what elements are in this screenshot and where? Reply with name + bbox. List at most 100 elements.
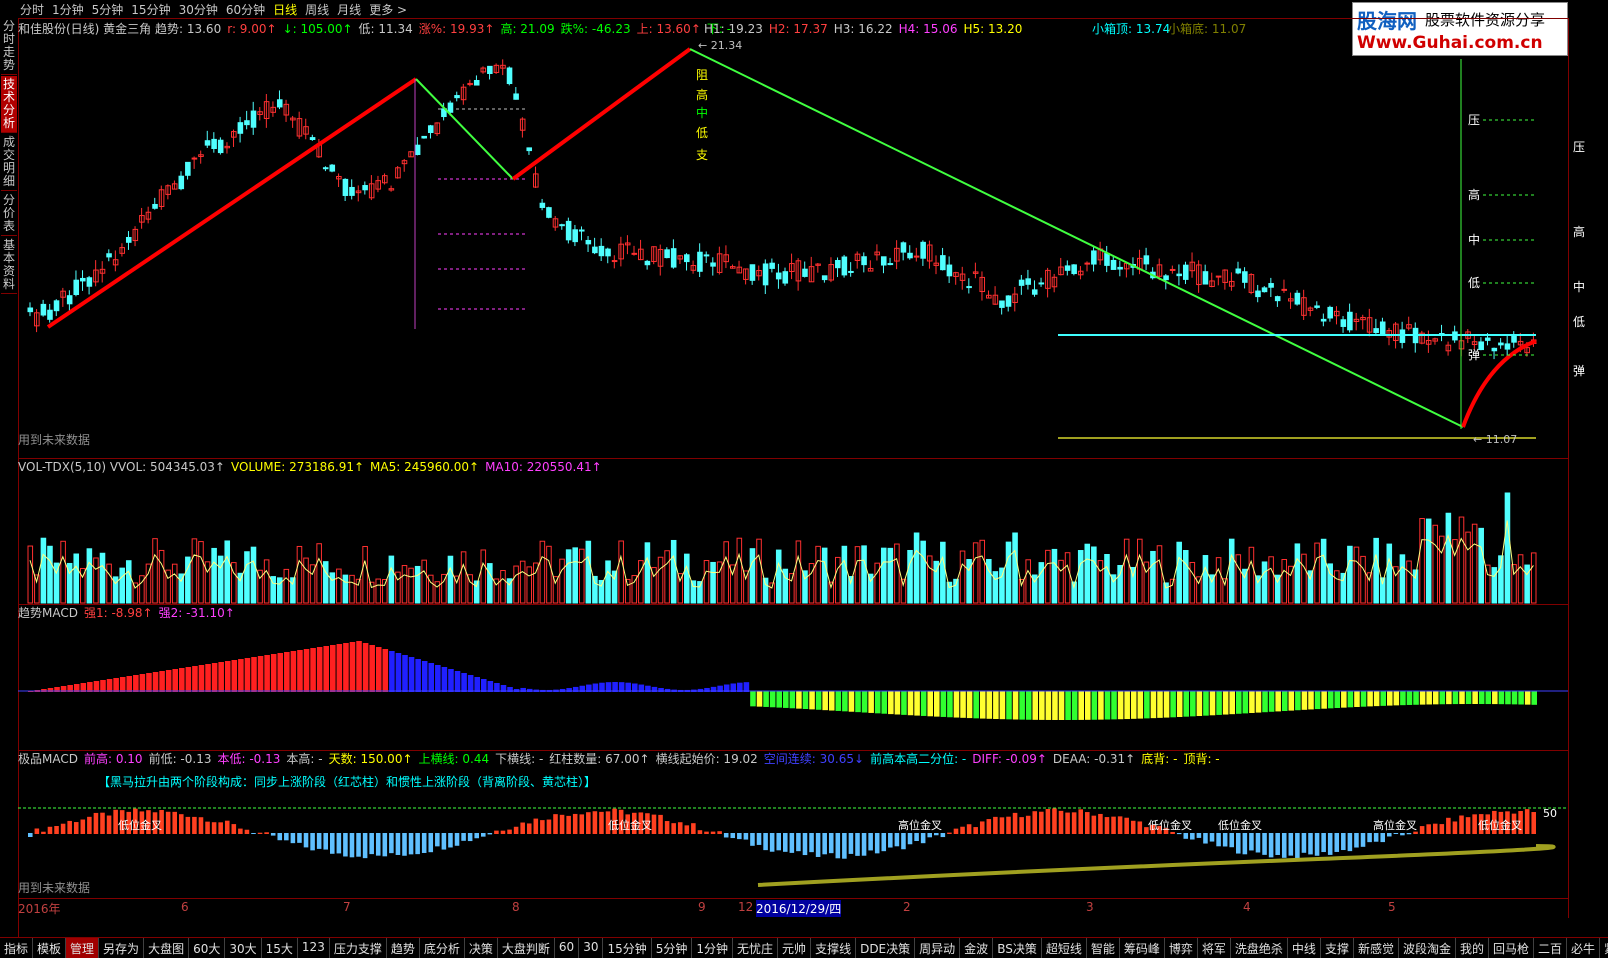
indicator-tab[interactable]: 新感觉 bbox=[1354, 938, 1399, 958]
trend-macd-panel[interactable]: 趋势MACD 强1: -8.98↑ 强2: -31.10↑ bbox=[18, 604, 1568, 750]
period-tab[interactable]: 15分钟 bbox=[131, 1, 170, 18]
period-tab[interactable]: 5分钟 bbox=[92, 1, 124, 18]
period-tab[interactable]: 60分钟 bbox=[226, 1, 265, 18]
indicator-tab[interactable]: BS决策 bbox=[993, 938, 1042, 958]
indicator-tab[interactable]: 管理 bbox=[66, 938, 100, 958]
macd2-bar bbox=[1472, 814, 1477, 834]
indicator-tab[interactable]: 趋势 bbox=[387, 938, 420, 958]
volume-bar bbox=[664, 550, 670, 604]
period-tab[interactable]: 30分钟 bbox=[179, 1, 218, 18]
macd-bar bbox=[382, 649, 389, 692]
period-tab[interactable]: 分时 bbox=[20, 1, 44, 18]
indicator-tab[interactable]: 30 bbox=[579, 938, 604, 958]
indicator-tab[interactable]: 金波 bbox=[960, 938, 994, 958]
macd-bar bbox=[389, 651, 395, 692]
indicator-tab[interactable]: 大盘判断 bbox=[498, 938, 555, 958]
indicator-tab[interactable]: 紧盯 bbox=[1600, 938, 1608, 958]
volume-bar bbox=[388, 555, 395, 604]
macd2-bar bbox=[1380, 833, 1385, 843]
volume-panel[interactable]: VOL-TDX(5,10) VVOL: 504345.03↑ VOLUME: 27… bbox=[18, 458, 1568, 604]
volume-bar bbox=[1077, 550, 1084, 604]
indicator-tab[interactable]: 1分钟 bbox=[692, 938, 734, 958]
indicator-tab[interactable]: 周异动 bbox=[915, 938, 961, 958]
indicator-tab[interactable]: 超短线 bbox=[1042, 938, 1087, 958]
indicator-tab[interactable]: 无忧庄 bbox=[733, 938, 779, 958]
left-tab[interactable]: 基本资料 bbox=[1, 237, 17, 294]
indicator-tab[interactable]: 支撑线 bbox=[811, 938, 857, 958]
macd2-bar bbox=[737, 833, 742, 840]
premium-macd-chart[interactable]: 低位金叉 低位金叉 高位金叉 低位金叉 低位金叉 高位金叉 低位金叉 50 bbox=[18, 751, 1568, 899]
indicator-tab[interactable]: 15大 bbox=[262, 938, 298, 958]
indicator-tab[interactable]: DDE决策 bbox=[856, 938, 916, 958]
indicator-tab[interactable]: 博弈 bbox=[1165, 938, 1198, 958]
right-scale-label: 压 bbox=[1573, 140, 1586, 154]
indicator-tab[interactable]: 指标 bbox=[0, 938, 34, 958]
indicator-tab[interactable]: 智能 bbox=[1087, 938, 1120, 958]
volume-bar bbox=[368, 581, 375, 604]
volume-bar bbox=[592, 575, 598, 604]
macd2-bar bbox=[362, 833, 368, 859]
macd-bar bbox=[172, 669, 178, 692]
macd2-bar bbox=[960, 826, 965, 834]
candle-body bbox=[1091, 250, 1097, 265]
period-tab[interactable]: 周线 bbox=[305, 1, 329, 18]
volume-bar bbox=[1386, 543, 1393, 604]
volume-chart[interactable] bbox=[18, 459, 1568, 605]
volume-bar bbox=[1471, 523, 1478, 604]
indicator-tab[interactable]: 中线 bbox=[1288, 938, 1321, 958]
premium-macd-panel[interactable]: 极品MACD 前高: 0.10 前低: -0.13 本低: -0.13 本高: - 天数:… bbox=[18, 750, 1568, 898]
indicator-tab[interactable]: 决策 bbox=[465, 938, 498, 958]
candle-body bbox=[1018, 279, 1025, 286]
indicator-tab[interactable]: 二百 bbox=[1534, 938, 1568, 958]
indicator-tab[interactable]: 60 bbox=[555, 938, 580, 958]
candle-body bbox=[907, 252, 913, 259]
indicator-tab[interactable]: 5分钟 bbox=[652, 938, 693, 958]
future-data-note-2: 用到未来数据 bbox=[18, 881, 91, 895]
indicator-tab[interactable]: 123 bbox=[298, 938, 330, 958]
candle-body bbox=[80, 277, 86, 282]
indicator-tab[interactable]: 15分钟 bbox=[603, 938, 652, 958]
volume-bar bbox=[1360, 555, 1366, 604]
left-tab[interactable]: 技术分析 bbox=[1, 76, 17, 133]
indicator-tab[interactable]: 另存为 bbox=[99, 938, 145, 958]
macd-bar bbox=[861, 691, 868, 713]
period-tab[interactable]: 更多 > bbox=[369, 1, 407, 18]
indicator-tab[interactable]: 回马枪 bbox=[1489, 938, 1535, 958]
candle-body bbox=[1498, 342, 1504, 346]
macd2-bar bbox=[953, 828, 959, 834]
indicator-tab[interactable]: 支撑 bbox=[1321, 938, 1354, 958]
volume-bar bbox=[854, 546, 861, 604]
macd-bar bbox=[336, 644, 343, 692]
macd-bar bbox=[198, 665, 205, 692]
indicator-tab[interactable]: 必牛 bbox=[1567, 938, 1601, 958]
period-tab[interactable]: 月线 bbox=[337, 1, 361, 18]
period-tab[interactable]: 日线 bbox=[273, 1, 297, 18]
period-tab[interactable]: 1分钟 bbox=[52, 1, 84, 18]
macd2-bar bbox=[677, 822, 683, 834]
indicator-tab[interactable]: 压力支撑 bbox=[330, 938, 387, 958]
trend-macd-chart[interactable] bbox=[18, 605, 1568, 751]
left-tab[interactable]: 分时走势 bbox=[1, 18, 17, 75]
indicator-tab[interactable]: 大盘图 bbox=[144, 938, 190, 958]
left-tab[interactable]: 成交明细 bbox=[1, 134, 17, 191]
macd2-bar bbox=[1308, 833, 1313, 855]
indicator-tab[interactable]: 洗盘绝杀 bbox=[1231, 938, 1288, 958]
indicator-tab[interactable]: 底分析 bbox=[420, 938, 465, 958]
indicator-tab[interactable]: 波段淘金 bbox=[1399, 938, 1456, 958]
macd2-bar bbox=[1032, 811, 1038, 834]
kline-chart[interactable]: ← 21.34← 11.07阻高中低支压高中低弹 bbox=[18, 19, 1568, 459]
volume-bar bbox=[940, 541, 946, 604]
indicator-tab[interactable]: 元帅 bbox=[778, 938, 812, 958]
indicator-tab[interactable]: 我的 bbox=[1456, 938, 1489, 958]
macd2-bar bbox=[1419, 826, 1425, 834]
indicator-tab[interactable]: 30大 bbox=[225, 938, 262, 958]
kline-panel[interactable]: 和佳股份(日线) 黄金三角 趋势: 13.60 r: 9.00↑ ↓: 105.00… bbox=[18, 18, 1568, 458]
macd2-bar bbox=[500, 830, 506, 834]
indicator-tab[interactable]: 模板 bbox=[33, 938, 67, 958]
macd2-bar bbox=[1400, 833, 1405, 836]
indicator-tab[interactable]: 将军 bbox=[1198, 938, 1231, 958]
candle-body bbox=[185, 161, 191, 176]
indicator-tab[interactable]: 筹码峰 bbox=[1120, 938, 1165, 958]
indicator-tab[interactable]: 60大 bbox=[189, 938, 226, 958]
left-tab[interactable]: 分价表 bbox=[1, 192, 17, 236]
